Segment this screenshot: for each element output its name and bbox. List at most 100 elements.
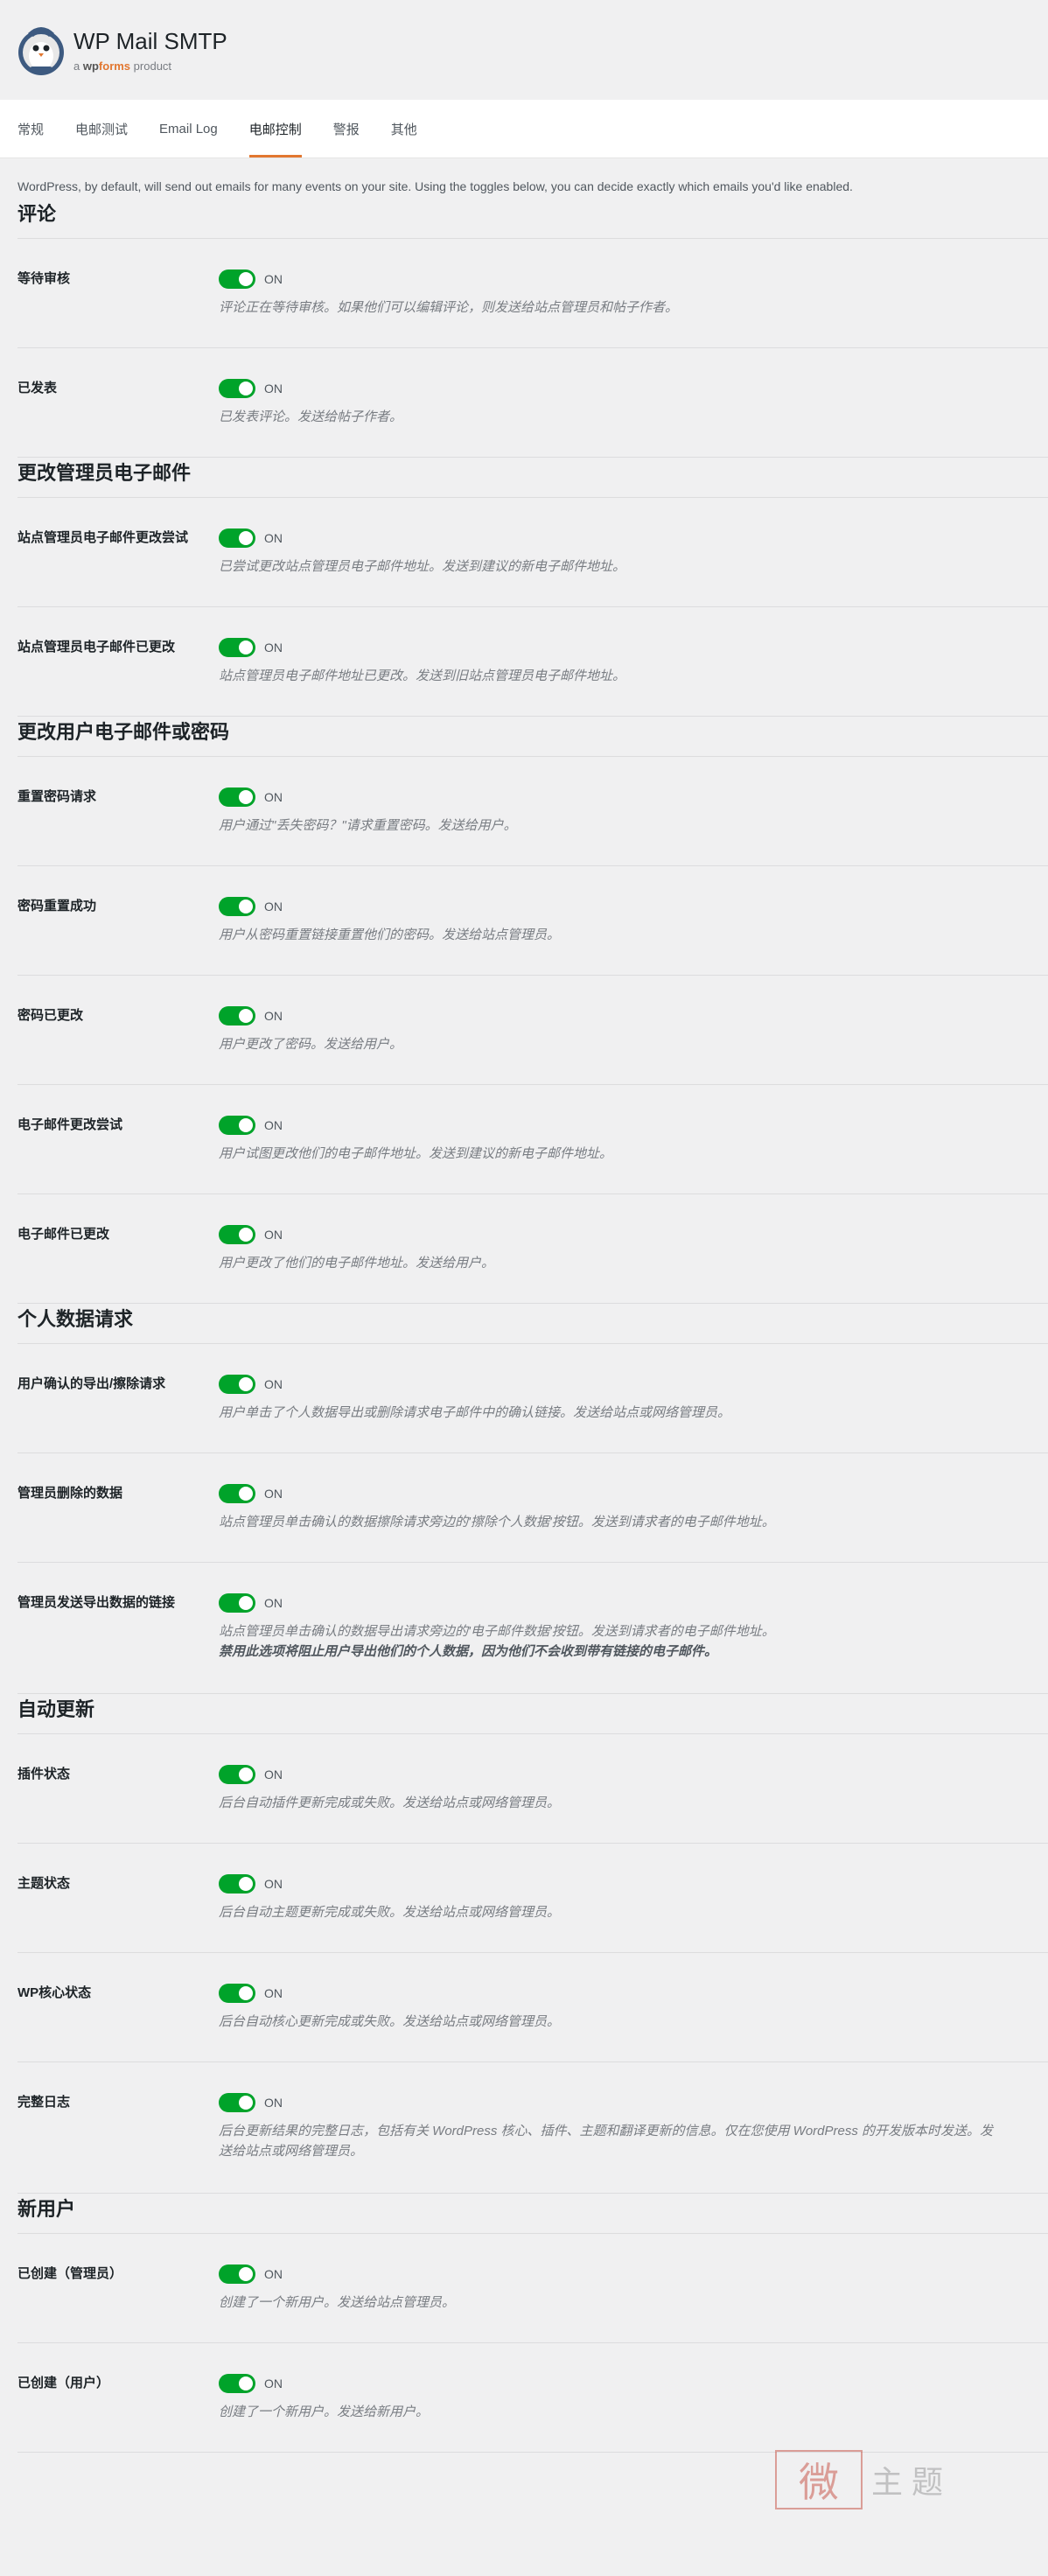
tab-4[interactable]: 警报	[333, 100, 360, 158]
setting-label: 站点管理员电子邮件已更改	[17, 640, 176, 654]
enable-toggle[interactable]	[219, 897, 255, 916]
toggle-state-label: ON	[264, 531, 283, 545]
tab-2[interactable]: Email Log	[159, 100, 218, 158]
setting-label: 用户确认的导出/擦除请求	[17, 1376, 166, 1391]
toggle-state-label: ON	[264, 1596, 283, 1610]
wp-mail-smtp-logo-icon	[17, 20, 65, 80]
setting-label: 已创建（用户）	[17, 2376, 110, 2390]
enable-toggle[interactable]	[219, 2264, 255, 2284]
setting-description: 后台自动插件更新完成或失败。发送给站点或网络管理员。	[219, 1796, 561, 1810]
setting-description: 后台自动主题更新完成或失败。发送给站点或网络管理员。	[219, 1905, 561, 1920]
email-setting-row: 已发表 ON 已发表评论。发送给帖子作者。	[17, 348, 1048, 458]
tab-3[interactable]: 电邮控制	[248, 100, 302, 158]
email-setting-row: 电子邮件已更改 ON 用户更改了他们的电子邮件地址。发送给用户。	[17, 1194, 1048, 1304]
section-title: 自动更新	[17, 1694, 1048, 1734]
enable-toggle[interactable]	[219, 528, 255, 548]
toggle-state-label: ON	[264, 2267, 283, 2281]
setting-label: 管理员删除的数据	[17, 1486, 123, 1501]
toggle-state-label: ON	[264, 272, 283, 286]
setting-description: 站点管理员单击确认的数据导出请求旁边的'电子邮件数据'按钮。发送到请求者的电子邮…	[219, 1624, 775, 1639]
app-subtitle: a wpforms product	[73, 59, 172, 73]
email-setting-row: 主题状态 ON 后台自动主题更新完成或失败。发送给站点或网络管理员。	[17, 1844, 1048, 1953]
watermark-logo: 微	[775, 2450, 863, 2510]
setting-label: 电子邮件更改尝试	[17, 1117, 123, 1132]
toggle-state-label: ON	[264, 2376, 283, 2390]
setting-label: 主题状态	[17, 1876, 71, 1891]
setting-description: 创建了一个新用户。发送给新用户。	[219, 2404, 430, 2419]
enable-toggle[interactable]	[219, 1225, 255, 1244]
setting-label: 重置密码请求	[17, 789, 97, 804]
section-title: 更改用户电子邮件或密码	[17, 717, 1048, 757]
email-setting-row: 站点管理员电子邮件更改尝试 ON 已尝试更改站点管理员电子邮件地址。发送到建议的新电…	[17, 498, 1048, 607]
enable-toggle[interactable]	[219, 270, 255, 289]
enable-toggle[interactable]	[219, 1484, 255, 1503]
email-setting-row: 插件状态 ON 后台自动插件更新完成或失败。发送给站点或网络管理员。	[17, 1734, 1048, 1844]
app-title: WP Mail SMTP	[73, 27, 227, 54]
enable-toggle[interactable]	[219, 1593, 255, 1613]
toggle-state-label: ON	[264, 1768, 283, 1782]
watermark-text: 主题	[871, 2465, 953, 2501]
enable-toggle[interactable]	[219, 1765, 255, 1784]
setting-label: 密码已更改	[17, 1008, 84, 1023]
enable-toggle[interactable]	[219, 638, 255, 657]
enable-toggle[interactable]	[219, 788, 255, 807]
email-setting-row: 已创建（管理员） ON 创建了一个新用户。发送给站点管理员。	[17, 2234, 1048, 2343]
intro-text: WordPress, by default, will send out ema…	[17, 179, 853, 193]
enable-toggle[interactable]	[219, 2093, 255, 2112]
email-setting-row: 管理员发送导出数据的链接 ON 站点管理员单击确认的数据导出请求旁边的'电子邮件数据…	[17, 1563, 1048, 1694]
toggle-state-label: ON	[264, 1986, 283, 2000]
setting-description: 创建了一个新用户。发送给站点管理员。	[219, 2295, 456, 2310]
setting-label: 已创建（管理员）	[17, 2266, 123, 2281]
enable-toggle[interactable]	[219, 1874, 255, 1894]
enable-toggle[interactable]	[219, 379, 255, 398]
enable-toggle[interactable]	[219, 1006, 255, 1026]
email-setting-row: 密码已更改 ON 用户更改了密码。发送给用户。	[17, 976, 1048, 1085]
email-setting-row: WP核心状态 ON 后台自动核心更新完成或失败。发送给站点或网络管理员。	[17, 1953, 1048, 2062]
email-setting-row: 完整日志 ON 后台更新结果的完整日志，包括有关 WordPress 核心、插件、主…	[17, 2062, 1048, 2194]
setting-description: 用户试图更改他们的电子邮件地址。发送到建议的新电子邮件地址。	[219, 1146, 613, 1161]
setting-description: 后台更新结果的完整日志，包括有关 WordPress 核心、插件、主题和翻译更新…	[219, 2124, 994, 2159]
tab-5[interactable]: 其他	[391, 100, 417, 158]
setting-description: 站点管理员电子邮件地址已更改。发送到旧站点管理员电子邮件地址。	[219, 668, 626, 683]
setting-label: 完整日志	[17, 2095, 71, 2110]
enable-toggle[interactable]	[219, 1375, 255, 1394]
setting-label: 电子邮件已更改	[17, 1227, 110, 1242]
email-setting-row: 用户确认的导出/擦除请求 ON 用户单击了个人数据导出或删除请求电子邮件中的确认链接…	[17, 1344, 1048, 1453]
watermark: 微 主题	[775, 2448, 985, 2511]
setting-label: 已发表	[17, 381, 58, 396]
tab-0[interactable]: 常规	[17, 100, 44, 158]
toggle-state-label: ON	[264, 1009, 283, 1023]
enable-toggle[interactable]	[219, 1116, 255, 1135]
setting-description: 用户从密码重置链接重置他们的密码。发送给站点管理员。	[219, 928, 561, 942]
email-setting-row: 重置密码请求 ON 用户通过"丢失密码？"请求重置密码。发送给用户。	[17, 757, 1048, 866]
setting-description: 已发表评论。发送给帖子作者。	[219, 410, 403, 424]
section-title: 个人数据请求	[17, 1304, 1048, 1344]
setting-label: 密码重置成功	[17, 899, 97, 914]
section-title: 评论	[17, 199, 1048, 239]
setting-label: 插件状态	[17, 1767, 71, 1782]
setting-description: 用户通过"丢失密码？"请求重置密码。发送给用户。	[219, 818, 517, 833]
email-controls-content: WordPress, by default, will send out ema…	[0, 158, 1048, 2453]
email-setting-row: 电子邮件更改尝试 ON 用户试图更改他们的电子邮件地址。发送到建议的新电子邮件地址。	[17, 1085, 1048, 1194]
enable-toggle[interactable]	[219, 2374, 255, 2393]
enable-toggle[interactable]	[219, 1984, 255, 2003]
setting-description: 评论正在等待审核。如果他们可以编辑评论，则发送给站点管理员和帖子作者。	[219, 300, 679, 315]
email-setting-row: 等待审核 ON 评论正在等待审核。如果他们可以编辑评论，则发送给站点管理员和帖子作者…	[17, 239, 1048, 348]
toggle-state-label: ON	[264, 790, 283, 804]
section-title: 更改管理员电子邮件	[17, 458, 1048, 498]
toggle-state-label: ON	[264, 640, 283, 654]
settings-tabs: 常规 电邮测试 Email Log 电邮控制 警报 其他	[0, 100, 1048, 158]
setting-label: 管理员发送导出数据的链接	[17, 1595, 176, 1610]
toggle-state-label: ON	[264, 1877, 283, 1891]
toggle-state-label: ON	[264, 382, 283, 396]
setting-warning: 禁用此选项将阻止用户导出他们的个人数据，因为他们不会收到带有链接的电子邮件。	[219, 1644, 718, 1659]
setting-label: 等待审核	[17, 271, 71, 286]
tab-1[interactable]: 电邮测试	[75, 100, 128, 158]
setting-description: 站点管理员单击确认的数据擦除请求旁边的'擦除个人数据'按钮。发送到请求者的电子邮…	[219, 1515, 775, 1530]
setting-description: 用户更改了他们的电子邮件地址。发送给用户。	[219, 1256, 495, 1270]
email-setting-row: 已创建（用户） ON 创建了一个新用户。发送给新用户。	[17, 2343, 1048, 2453]
email-setting-row: 管理员删除的数据 ON 站点管理员单击确认的数据擦除请求旁边的'擦除个人数据'按钮。…	[17, 1453, 1048, 1563]
email-setting-row: 站点管理员电子邮件已更改 ON 站点管理员电子邮件地址已更改。发送到旧站点管理员电子…	[17, 607, 1048, 717]
section-title: 新用户	[17, 2194, 1048, 2234]
toggle-state-label: ON	[264, 900, 283, 914]
